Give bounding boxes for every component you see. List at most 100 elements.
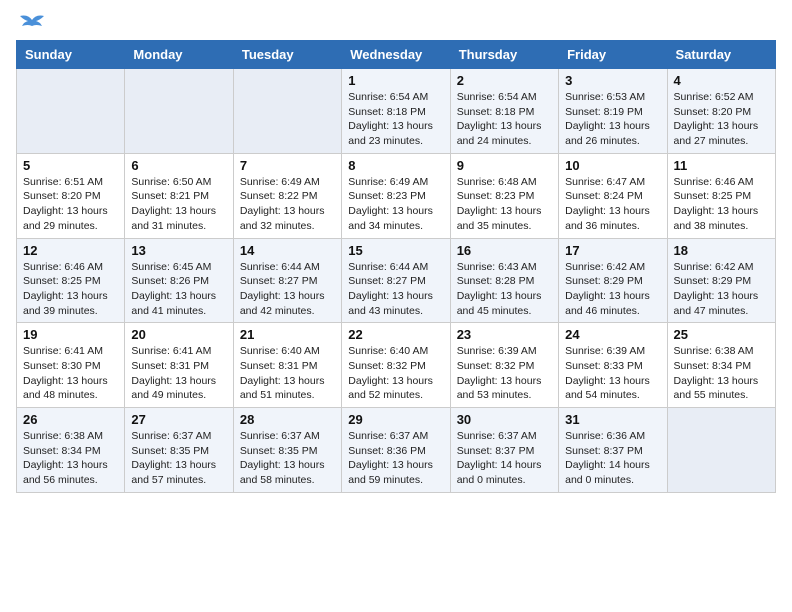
day-number: 3	[565, 73, 660, 88]
day-number: 21	[240, 327, 335, 342]
calendar-week-row: 19Sunrise: 6:41 AM Sunset: 8:30 PM Dayli…	[17, 323, 776, 408]
logo	[16, 16, 46, 32]
cell-info: Sunrise: 6:46 AM Sunset: 8:25 PM Dayligh…	[674, 175, 769, 234]
calendar-cell	[125, 69, 233, 154]
cell-info: Sunrise: 6:49 AM Sunset: 8:23 PM Dayligh…	[348, 175, 443, 234]
cell-info: Sunrise: 6:49 AM Sunset: 8:22 PM Dayligh…	[240, 175, 335, 234]
calendar-cell: 25 Sunrise: 6:38 AM Sunset: 8:34 PM Dayli…	[667, 323, 775, 408]
cell-info: Sunrise: 6:54 AM Sunset: 8:18 PM Dayligh…	[457, 90, 552, 149]
day-number: 26	[23, 412, 118, 427]
weekday-header: Thursday	[450, 41, 558, 69]
cell-info: Sunrise: 6:41 AM Sunset: 8:31 PM Dayligh…	[131, 344, 226, 403]
weekday-header: Friday	[559, 41, 667, 69]
day-number: 31	[565, 412, 660, 427]
calendar-cell: 27 Sunrise: 6:37 AM Sunset: 8:35 PM Dayli…	[125, 408, 233, 493]
calendar-cell: 21 Sunrise: 6:40 AM Sunset: 8:31 PM Dayli…	[233, 323, 341, 408]
cell-info: Sunrise: 6:53 AM Sunset: 8:19 PM Dayligh…	[565, 90, 660, 149]
cell-info: Sunrise: 6:54 AM Sunset: 8:18 PM Dayligh…	[348, 90, 443, 149]
day-number: 7	[240, 158, 335, 173]
day-number: 13	[131, 243, 226, 258]
day-number: 19	[23, 327, 118, 342]
day-number: 25	[674, 327, 769, 342]
cell-info: Sunrise: 6:39 AM Sunset: 8:32 PM Dayligh…	[457, 344, 552, 403]
cell-info: Sunrise: 6:37 AM Sunset: 8:36 PM Dayligh…	[348, 429, 443, 488]
cell-info: Sunrise: 6:38 AM Sunset: 8:34 PM Dayligh…	[23, 429, 118, 488]
calendar-cell	[667, 408, 775, 493]
cell-info: Sunrise: 6:50 AM Sunset: 8:21 PM Dayligh…	[131, 175, 226, 234]
cell-info: Sunrise: 6:38 AM Sunset: 8:34 PM Dayligh…	[674, 344, 769, 403]
day-number: 12	[23, 243, 118, 258]
day-number: 22	[348, 327, 443, 342]
cell-info: Sunrise: 6:40 AM Sunset: 8:32 PM Dayligh…	[348, 344, 443, 403]
day-number: 18	[674, 243, 769, 258]
calendar-cell: 10 Sunrise: 6:47 AM Sunset: 8:24 PM Dayli…	[559, 153, 667, 238]
cell-info: Sunrise: 6:47 AM Sunset: 8:24 PM Dayligh…	[565, 175, 660, 234]
calendar-cell: 7 Sunrise: 6:49 AM Sunset: 8:22 PM Daylig…	[233, 153, 341, 238]
calendar-cell: 17Sunrise: 6:42 AM Sunset: 8:29 PM Dayli…	[559, 238, 667, 323]
weekday-header: Saturday	[667, 41, 775, 69]
day-number: 5	[23, 158, 118, 173]
cell-info: Sunrise: 6:37 AM Sunset: 8:35 PM Dayligh…	[240, 429, 335, 488]
calendar-cell: 18 Sunrise: 6:42 AM Sunset: 8:29 PM Dayli…	[667, 238, 775, 323]
calendar-cell: 5 Sunrise: 6:51 AM Sunset: 8:20 PM Daylig…	[17, 153, 125, 238]
calendar-cell: 1Sunrise: 6:54 AM Sunset: 8:18 PM Daylig…	[342, 69, 450, 154]
page-header	[16, 16, 776, 32]
calendar-cell: 19Sunrise: 6:41 AM Sunset: 8:30 PM Dayli…	[17, 323, 125, 408]
day-number: 2	[457, 73, 552, 88]
calendar-cell: 14 Sunrise: 6:44 AM Sunset: 8:27 PM Dayli…	[233, 238, 341, 323]
day-number: 11	[674, 158, 769, 173]
calendar-week-row: 5 Sunrise: 6:51 AM Sunset: 8:20 PM Daylig…	[17, 153, 776, 238]
cell-info: Sunrise: 6:44 AM Sunset: 8:27 PM Dayligh…	[240, 260, 335, 319]
day-number: 28	[240, 412, 335, 427]
calendar-cell: 29 Sunrise: 6:37 AM Sunset: 8:36 PM Dayli…	[342, 408, 450, 493]
cell-info: Sunrise: 6:48 AM Sunset: 8:23 PM Dayligh…	[457, 175, 552, 234]
calendar-week-row: 1Sunrise: 6:54 AM Sunset: 8:18 PM Daylig…	[17, 69, 776, 154]
cell-info: Sunrise: 6:44 AM Sunset: 8:27 PM Dayligh…	[348, 260, 443, 319]
day-number: 9	[457, 158, 552, 173]
calendar-cell: 23 Sunrise: 6:39 AM Sunset: 8:32 PM Dayli…	[450, 323, 558, 408]
day-number: 23	[457, 327, 552, 342]
calendar-cell: 15 Sunrise: 6:44 AM Sunset: 8:27 PM Dayli…	[342, 238, 450, 323]
day-number: 6	[131, 158, 226, 173]
calendar-cell: 20Sunrise: 6:41 AM Sunset: 8:31 PM Dayli…	[125, 323, 233, 408]
day-number: 27	[131, 412, 226, 427]
calendar-cell: 3 Sunrise: 6:53 AM Sunset: 8:19 PM Daylig…	[559, 69, 667, 154]
cell-info: Sunrise: 6:37 AM Sunset: 8:35 PM Dayligh…	[131, 429, 226, 488]
day-number: 30	[457, 412, 552, 427]
calendar-table: SundayMondayTuesdayWednesdayThursdayFrid…	[16, 40, 776, 493]
cell-info: Sunrise: 6:45 AM Sunset: 8:26 PM Dayligh…	[131, 260, 226, 319]
calendar-cell: 16Sunrise: 6:43 AM Sunset: 8:28 PM Dayli…	[450, 238, 558, 323]
calendar-cell: 13 Sunrise: 6:45 AM Sunset: 8:26 PM Dayli…	[125, 238, 233, 323]
day-number: 24	[565, 327, 660, 342]
cell-info: Sunrise: 6:36 AM Sunset: 8:37 PM Dayligh…	[565, 429, 660, 488]
weekday-header: Tuesday	[233, 41, 341, 69]
calendar-cell: 11 Sunrise: 6:46 AM Sunset: 8:25 PM Dayli…	[667, 153, 775, 238]
calendar-cell: 26 Sunrise: 6:38 AM Sunset: 8:34 PM Dayli…	[17, 408, 125, 493]
weekday-header-row: SundayMondayTuesdayWednesdayThursdayFrid…	[17, 41, 776, 69]
calendar-week-row: 12 Sunrise: 6:46 AM Sunset: 8:25 PM Dayli…	[17, 238, 776, 323]
day-number: 29	[348, 412, 443, 427]
cell-info: Sunrise: 6:42 AM Sunset: 8:29 PM Dayligh…	[674, 260, 769, 319]
day-number: 4	[674, 73, 769, 88]
bird-icon	[18, 12, 46, 32]
cell-info: Sunrise: 6:52 AM Sunset: 8:20 PM Dayligh…	[674, 90, 769, 149]
calendar-cell: 4 Sunrise: 6:52 AM Sunset: 8:20 PM Daylig…	[667, 69, 775, 154]
cell-info: Sunrise: 6:51 AM Sunset: 8:20 PM Dayligh…	[23, 175, 118, 234]
day-number: 15	[348, 243, 443, 258]
day-number: 14	[240, 243, 335, 258]
cell-info: Sunrise: 6:40 AM Sunset: 8:31 PM Dayligh…	[240, 344, 335, 403]
cell-info: Sunrise: 6:37 AM Sunset: 8:37 PM Dayligh…	[457, 429, 552, 488]
day-number: 10	[565, 158, 660, 173]
day-number: 16	[457, 243, 552, 258]
day-number: 8	[348, 158, 443, 173]
cell-info: Sunrise: 6:46 AM Sunset: 8:25 PM Dayligh…	[23, 260, 118, 319]
calendar-week-row: 26 Sunrise: 6:38 AM Sunset: 8:34 PM Dayli…	[17, 408, 776, 493]
calendar-cell: 30 Sunrise: 6:37 AM Sunset: 8:37 PM Dayli…	[450, 408, 558, 493]
day-number: 17	[565, 243, 660, 258]
calendar-cell: 9 Sunrise: 6:48 AM Sunset: 8:23 PM Daylig…	[450, 153, 558, 238]
calendar-cell	[233, 69, 341, 154]
calendar-cell: 12 Sunrise: 6:46 AM Sunset: 8:25 PM Dayli…	[17, 238, 125, 323]
calendar-cell: 28 Sunrise: 6:37 AM Sunset: 8:35 PM Dayli…	[233, 408, 341, 493]
calendar-cell: 24Sunrise: 6:39 AM Sunset: 8:33 PM Dayli…	[559, 323, 667, 408]
weekday-header: Wednesday	[342, 41, 450, 69]
